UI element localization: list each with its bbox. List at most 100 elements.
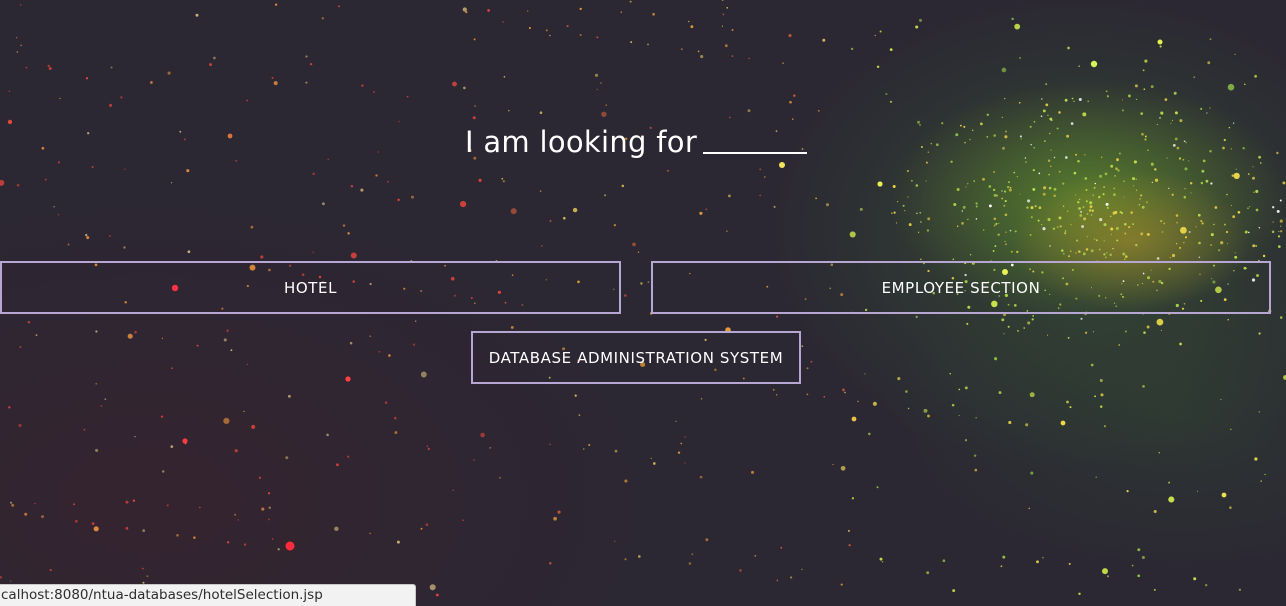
star: [384, 401, 388, 404]
star: [1135, 178, 1137, 180]
star: [614, 449, 618, 453]
employee-section-button[interactable]: EMPLOYEE SECTION: [651, 261, 1271, 314]
star: [398, 120, 400, 123]
star: [953, 202, 957, 207]
star: [951, 403, 955, 407]
star: [1247, 207, 1249, 210]
star: [1029, 392, 1035, 398]
star: [1064, 98, 1068, 102]
star: [415, 320, 417, 322]
star: [605, 104, 608, 106]
star: [1067, 46, 1070, 50]
star: [1058, 216, 1062, 220]
star: [397, 198, 400, 202]
star: [250, 225, 254, 229]
star: [1195, 226, 1197, 228]
star: [1214, 206, 1218, 209]
star: [1138, 204, 1141, 206]
star: [1231, 174, 1235, 177]
star: [650, 457, 652, 460]
star: [287, 394, 291, 398]
star: [16, 183, 20, 187]
star: [925, 161, 928, 164]
star: [274, 3, 278, 6]
star: [1184, 187, 1186, 190]
star: [1160, 219, 1163, 223]
star: [1123, 180, 1125, 183]
hotel-button[interactable]: HOTEL: [0, 261, 621, 314]
star: [1045, 83, 1048, 86]
star: [235, 159, 238, 162]
star: [271, 538, 274, 540]
star: [234, 449, 238, 453]
star: [1210, 182, 1213, 185]
star: [1278, 230, 1280, 232]
star: [915, 184, 919, 187]
star: [1135, 98, 1138, 101]
star: [1159, 45, 1162, 48]
star: [1016, 175, 1018, 178]
star: [8, 406, 11, 409]
star: [539, 111, 543, 115]
star: [1001, 67, 1007, 73]
star: [776, 315, 779, 318]
star: [1080, 317, 1083, 320]
star: [1103, 239, 1106, 242]
star: [630, 41, 633, 44]
star: [1059, 225, 1062, 228]
star: [1115, 167, 1118, 171]
star: [1280, 225, 1282, 227]
star: [983, 229, 985, 231]
star: [1109, 215, 1112, 218]
star: [1103, 425, 1106, 428]
star: [1063, 252, 1065, 255]
star: [406, 95, 409, 98]
star: [1071, 97, 1074, 100]
star: [992, 188, 996, 192]
star: [1158, 451, 1161, 454]
star: [1255, 244, 1258, 247]
star: [793, 94, 796, 97]
star: [705, 538, 709, 542]
star: [1173, 91, 1177, 95]
star: [1078, 65, 1080, 67]
star: [697, 50, 700, 53]
browser-status-bar: calhost:8080/ntua-databases/hotelSelecti…: [0, 584, 416, 606]
star: [842, 388, 845, 392]
star: [844, 391, 846, 394]
star: [1146, 201, 1148, 204]
star: [1209, 107, 1211, 109]
star: [1095, 476, 1097, 478]
star: [1264, 473, 1266, 476]
star: [146, 575, 149, 578]
star: [1092, 331, 1095, 333]
star: [1025, 161, 1027, 163]
star: [1176, 221, 1178, 224]
star: [95, 330, 98, 333]
star: [19, 4, 22, 6]
star: [1163, 222, 1166, 225]
star: [473, 459, 475, 461]
star: [1220, 398, 1222, 401]
star: [1047, 114, 1049, 117]
star: [1210, 233, 1214, 237]
database-administration-button[interactable]: DATABASE ADMINISTRATION SYSTEM: [471, 331, 801, 384]
star: [750, 470, 755, 474]
star: [427, 447, 430, 451]
star: [16, 51, 19, 53]
star: [891, 212, 893, 214]
star: [1090, 249, 1094, 253]
star: [1117, 169, 1120, 172]
star: [1229, 506, 1232, 510]
star: [1003, 333, 1005, 335]
star: [223, 417, 230, 424]
star: [0, 179, 5, 186]
star: [1171, 119, 1173, 121]
star: [1045, 103, 1049, 107]
star: [1001, 190, 1003, 192]
star: [1103, 186, 1105, 188]
star: [1126, 490, 1129, 493]
star: [893, 211, 896, 214]
star: [1062, 182, 1065, 185]
star: [1124, 222, 1127, 226]
